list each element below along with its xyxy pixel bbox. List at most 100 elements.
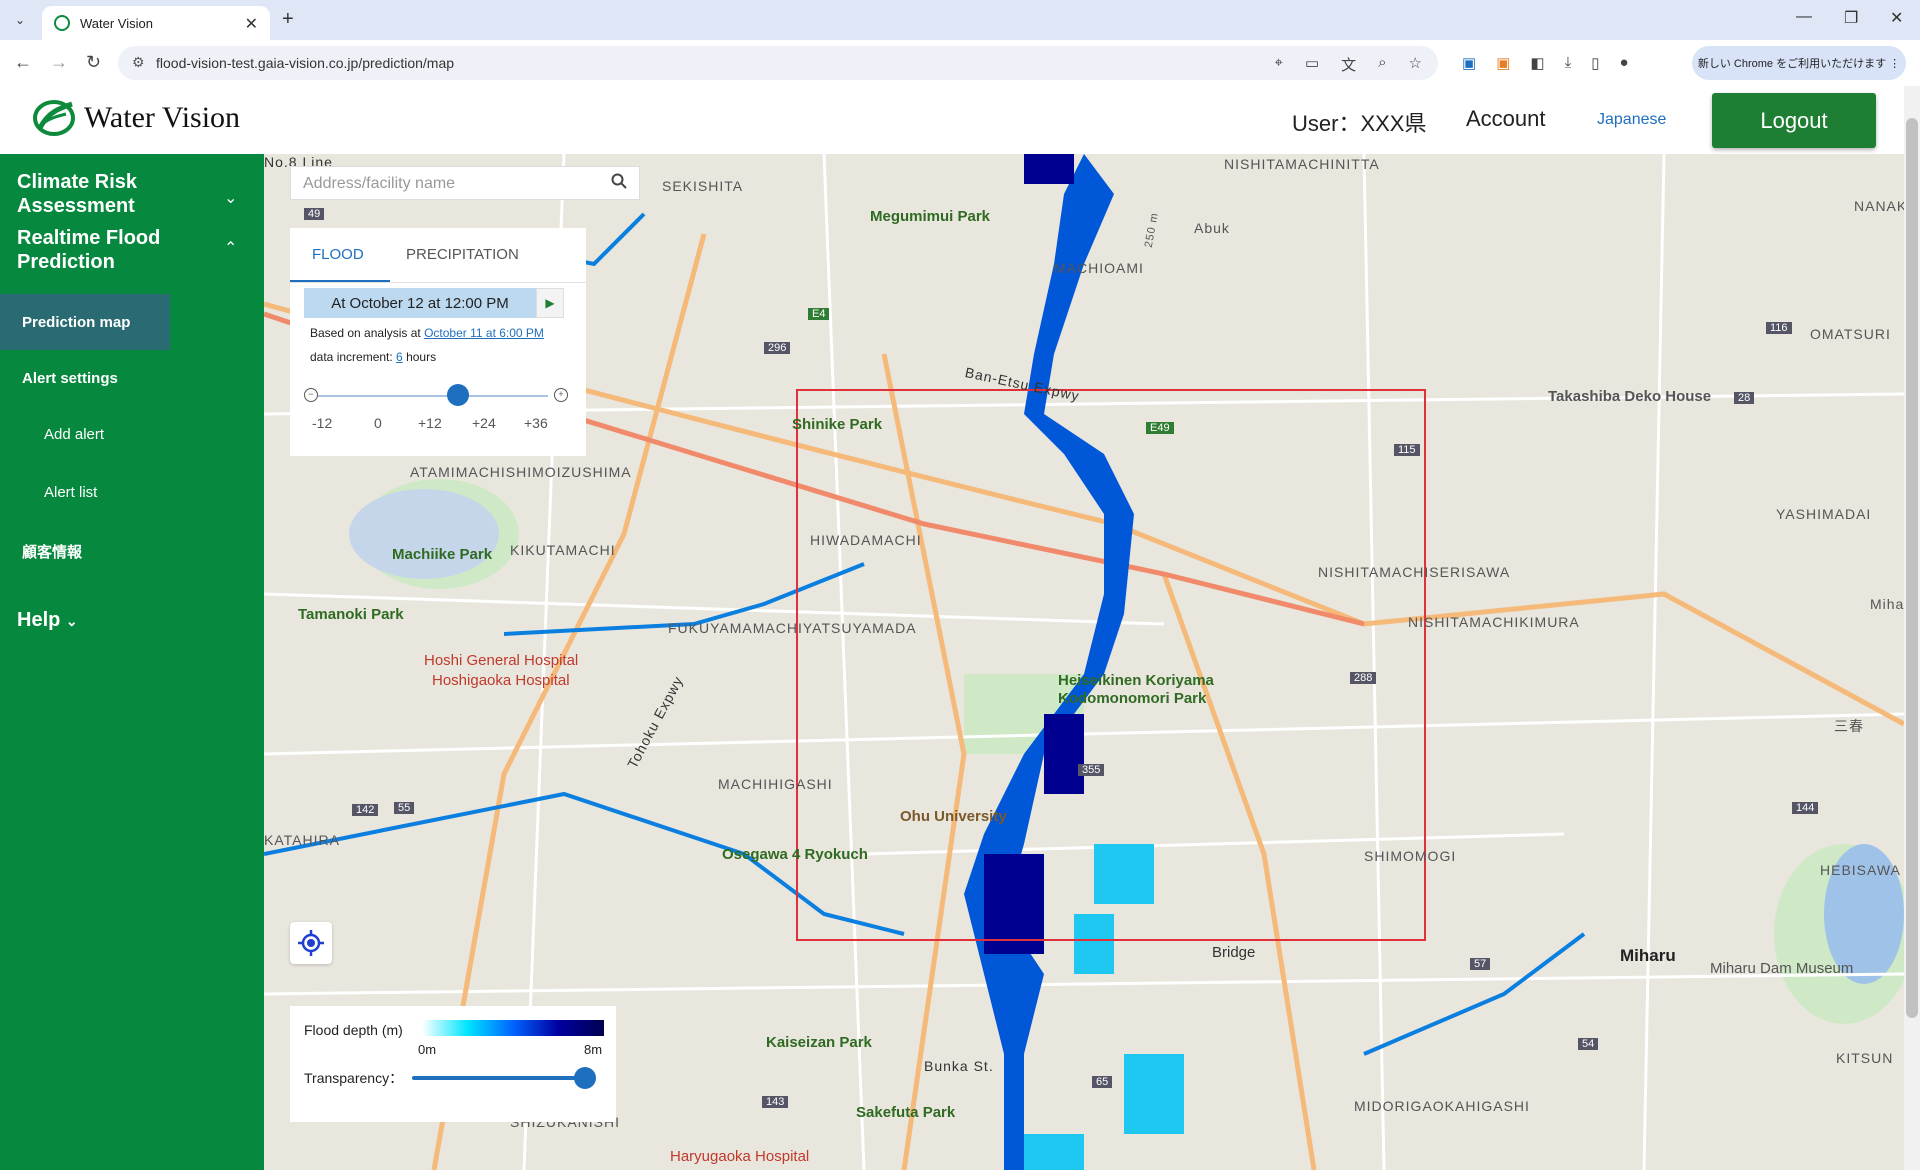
map-label-nishitamachiserisawa: NISHITAMACHISERISAWA (1318, 564, 1511, 580)
time-slider-track[interactable] (318, 395, 548, 397)
map-label-abuk: Abuk (1194, 220, 1230, 236)
map-label-kikutamachi: KIKUTAMACHI (510, 542, 616, 558)
sidebar-item-alert-settings[interactable]: Alert settings (22, 370, 118, 387)
chrome-update-label: 新しい Chrome をご利用いただけます (1697, 58, 1887, 70)
cast-icon[interactable]: ▭ (1305, 54, 1319, 75)
sidebar-item-alert-list[interactable]: Alert list (44, 484, 97, 501)
road-shield-28: 28 (1734, 392, 1755, 404)
forecast-time-button[interactable]: At October 12 at 12:00 PM (304, 288, 536, 318)
poi-megumimui-park[interactable]: Megumimui Park (870, 208, 990, 225)
side-panel-icon[interactable]: ▯ (1591, 54, 1599, 72)
extension-b-icon[interactable]: ▣ (1496, 54, 1510, 72)
poi-tamanoki-park[interactable]: Tamanoki Park (298, 606, 404, 623)
page-scrollbar-thumb[interactable] (1906, 118, 1918, 1018)
road-shield-55: 55 (394, 802, 415, 814)
sidebar-item-add-alert[interactable]: Add alert (44, 426, 104, 443)
search-input[interactable] (301, 173, 595, 195)
poi-heiseikinen-park[interactable]: Heiseikinen Koriyama Kodomonomori Park (1058, 672, 1228, 708)
bookmark-star-icon[interactable]: ☆ (1409, 54, 1422, 75)
slider-increment-icon[interactable]: + (554, 388, 568, 402)
sidebar-item-prediction-map[interactable]: Prediction map (22, 314, 130, 331)
hospital-hoshigaoka[interactable]: Hoshigaoka Hospital (432, 672, 570, 689)
reload-button[interactable]: ↻ (86, 52, 101, 73)
location-icon[interactable]: ⌖ (1274, 54, 1282, 75)
analysis-time-link[interactable]: October 11 at 6:00 PM (424, 326, 544, 340)
slider-tick: +24 (472, 415, 496, 431)
poi-shinike-park[interactable]: Shinike Park (792, 416, 882, 433)
search-icon[interactable] (611, 173, 627, 189)
map-label-shimomogi: SHIMOMOGI (1364, 848, 1457, 864)
transparency-slider-thumb[interactable] (574, 1067, 596, 1089)
poi-machiike-park[interactable]: Machiike Park (392, 546, 492, 563)
close-window-button[interactable]: ✕ (1890, 8, 1903, 28)
poi-takashiba-deko-house[interactable]: Takashiba Deko House (1548, 388, 1711, 405)
data-increment-info: data increment: 6 hours (310, 350, 436, 364)
poi-osegawa-ryokuch[interactable]: Osegawa 4 Ryokuch (722, 846, 868, 863)
slider-tick: -12 (312, 415, 333, 431)
my-location-button[interactable] (290, 922, 332, 964)
restore-window-button[interactable]: ❐ (1844, 8, 1858, 28)
road-shield-65: 65 (1092, 1076, 1113, 1088)
play-icon[interactable]: ▶ (536, 288, 564, 318)
poi-miharu-dam-museum[interactable]: Miharu Dam Museum (1710, 960, 1853, 977)
tab-flood[interactable]: FLOOD (312, 246, 364, 263)
logo[interactable]: Water Vision (32, 98, 240, 138)
sidebar-section-realtime[interactable]: Realtime Flood Prediction (17, 226, 187, 274)
tab-search-dropdown[interactable]: ⌄ (8, 8, 32, 32)
map-label-mihar: Mihar (1870, 596, 1904, 612)
sidebar-item-help[interactable]: Help ⌄ (17, 608, 78, 633)
analysis-info: Based on analysis at October 11 at 6:00 … (310, 326, 544, 340)
hospital-hoshi-general[interactable]: Hoshi General Hospital (424, 652, 578, 669)
slider-tick: 0 (374, 415, 382, 431)
increment-value-link[interactable]: 6 (396, 350, 403, 364)
logo-text: Water Vision (84, 101, 241, 134)
browser-tabbar: ⌄ Water Vision ✕ + — ❐ ✕ (0, 0, 1920, 40)
profile-icon[interactable]: ● (1619, 54, 1628, 72)
browser-tab[interactable]: Water Vision ✕ (42, 6, 270, 40)
water-vision-favicon (54, 15, 70, 31)
hospital-haryugaoka[interactable]: Haryugaoka Hospital (670, 1148, 809, 1165)
poi-bridge[interactable]: Bridge (1212, 944, 1255, 961)
user-label: User：XXX県 (1292, 111, 1427, 136)
road-shield-54: 54 (1578, 1038, 1599, 1050)
chevron-up-icon[interactable]: ⌃ (224, 238, 237, 258)
road-shield-e49: E49 (1146, 422, 1174, 434)
extension-a-icon[interactable]: ▣ (1462, 54, 1476, 72)
browser-toolbar: ← → ↻ ⚙ flood-vision-test.gaia-vision.co… (0, 40, 1920, 87)
chrome-update-button[interactable]: 新しい Chrome をご利用いただけます ⋮ (1692, 46, 1906, 80)
poi-ohu-university[interactable]: Ohu University (900, 808, 1007, 825)
extensions-puzzle-icon[interactable]: ◧ (1530, 54, 1544, 72)
address-bar[interactable]: ⚙ flood-vision-test.gaia-vision.co.jp/pr… (118, 46, 1438, 80)
road-shield-49: 49 (304, 208, 325, 220)
app-header: Water Vision User：XXX県 Account Japanese … (0, 86, 1904, 155)
chevron-down-icon[interactable]: ⌄ (224, 188, 237, 208)
map-label-kitsun: KITSUN (1836, 1050, 1894, 1066)
map-label-nishitamachinitta: NISHITAMACHINITTA (1224, 156, 1380, 172)
language-toggle[interactable]: Japanese (1597, 111, 1666, 129)
water-vision-logo-icon (33, 100, 75, 136)
minimize-window-button[interactable]: — (1796, 8, 1812, 26)
road-shield-355: 355 (1078, 764, 1105, 776)
time-slider-thumb[interactable] (447, 384, 469, 406)
back-button[interactable]: ← (14, 52, 32, 73)
slider-decrement-icon[interactable]: − (304, 388, 318, 402)
download-icon[interactable]: ⤓ (1565, 54, 1572, 72)
poi-kaiseizan-park[interactable]: Kaiseizan Park (766, 1034, 872, 1051)
poi-sakefuta-park[interactable]: Sakefuta Park (856, 1104, 955, 1121)
map-label-fukuyamamachiyatsuyamada: FUKUYAMAMACHIYATSUYAMADA (668, 620, 917, 636)
map-label-hiwadamachi: HIWADAMACHI (810, 532, 922, 548)
map-label-omatsuri: OMATSURI (1810, 326, 1891, 342)
translate-icon[interactable]: 文 (1341, 54, 1356, 75)
tab-precipitation[interactable]: PRECIPITATION (406, 246, 519, 263)
new-tab-button[interactable]: + (282, 8, 294, 31)
forward-button[interactable]: → (50, 52, 68, 73)
analysis-prefix: Based on analysis at (310, 326, 425, 340)
transparency-slider-track[interactable] (412, 1076, 588, 1080)
sidebar-item-customer-info[interactable]: 顧客情報 (22, 541, 82, 562)
account-link[interactable]: Account (1466, 106, 1546, 132)
sidebar-section-climate[interactable]: Climate Risk Assessment (17, 170, 187, 218)
close-tab-icon[interactable]: ✕ (245, 14, 258, 34)
logout-button[interactable]: Logout (1712, 93, 1876, 148)
site-info-icon[interactable]: ⚙ (132, 54, 145, 71)
zoom-icon[interactable]: ⌕ (1378, 54, 1386, 75)
